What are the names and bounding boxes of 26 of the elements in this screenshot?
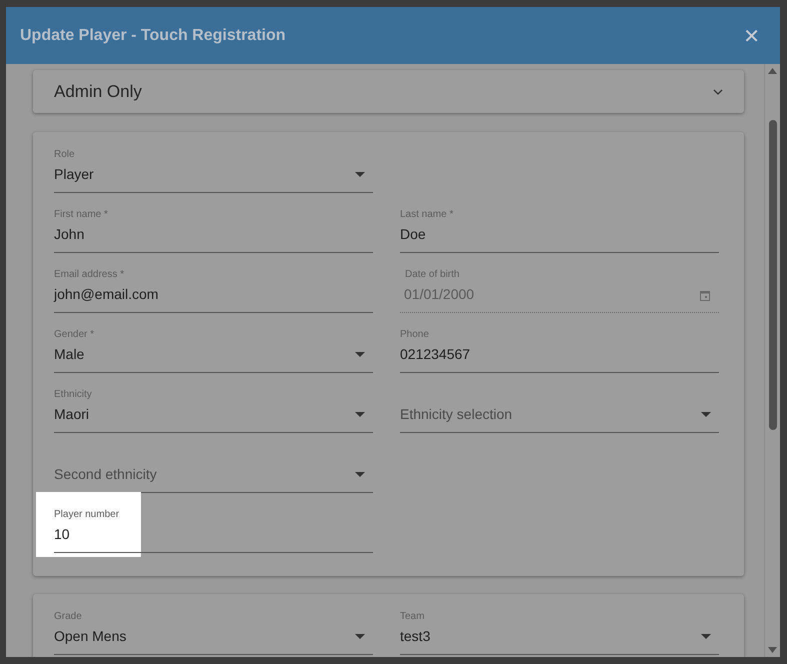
caret-icon [701,412,711,417]
select-field[interactable]: Gender * Male [54,320,373,373]
caret-icon [355,472,365,477]
close-button[interactable]: ✕ [737,24,766,48]
select-field[interactable]: Ethnicity selection [400,380,719,433]
select-field[interactable]: Role Player [54,140,373,193]
chevron-icon [713,88,723,94]
caret-icon [355,412,365,417]
dialog-title: Update Player - Touch Registration [20,26,286,44]
input-field[interactable]: Phone 021234567 [400,320,719,373]
caret-icon [355,172,365,177]
caret-icon [355,352,365,357]
admin-only-panel[interactable]: Admin Only [33,70,744,113]
calendar-icon [700,290,710,301]
input-field[interactable]: Last name * Doe [400,200,719,253]
input-field[interactable]: First name * John [54,200,373,253]
select-field[interactable]: Team test3 [400,602,719,655]
scrollbar-thumb[interactable] [768,120,776,430]
caret-icon [701,634,711,639]
select-field[interactable]: Ethnicity Maori [54,380,373,433]
input-field[interactable]: Email address * john@email.com [54,260,373,313]
input-field[interactable]: Player number 10 [54,500,373,553]
select-field[interactable]: Grade Open Mens [54,602,373,655]
scroll-down-icon[interactable] [768,647,777,653]
scroll-up-icon[interactable] [768,68,777,74]
caret-icon [355,634,365,639]
